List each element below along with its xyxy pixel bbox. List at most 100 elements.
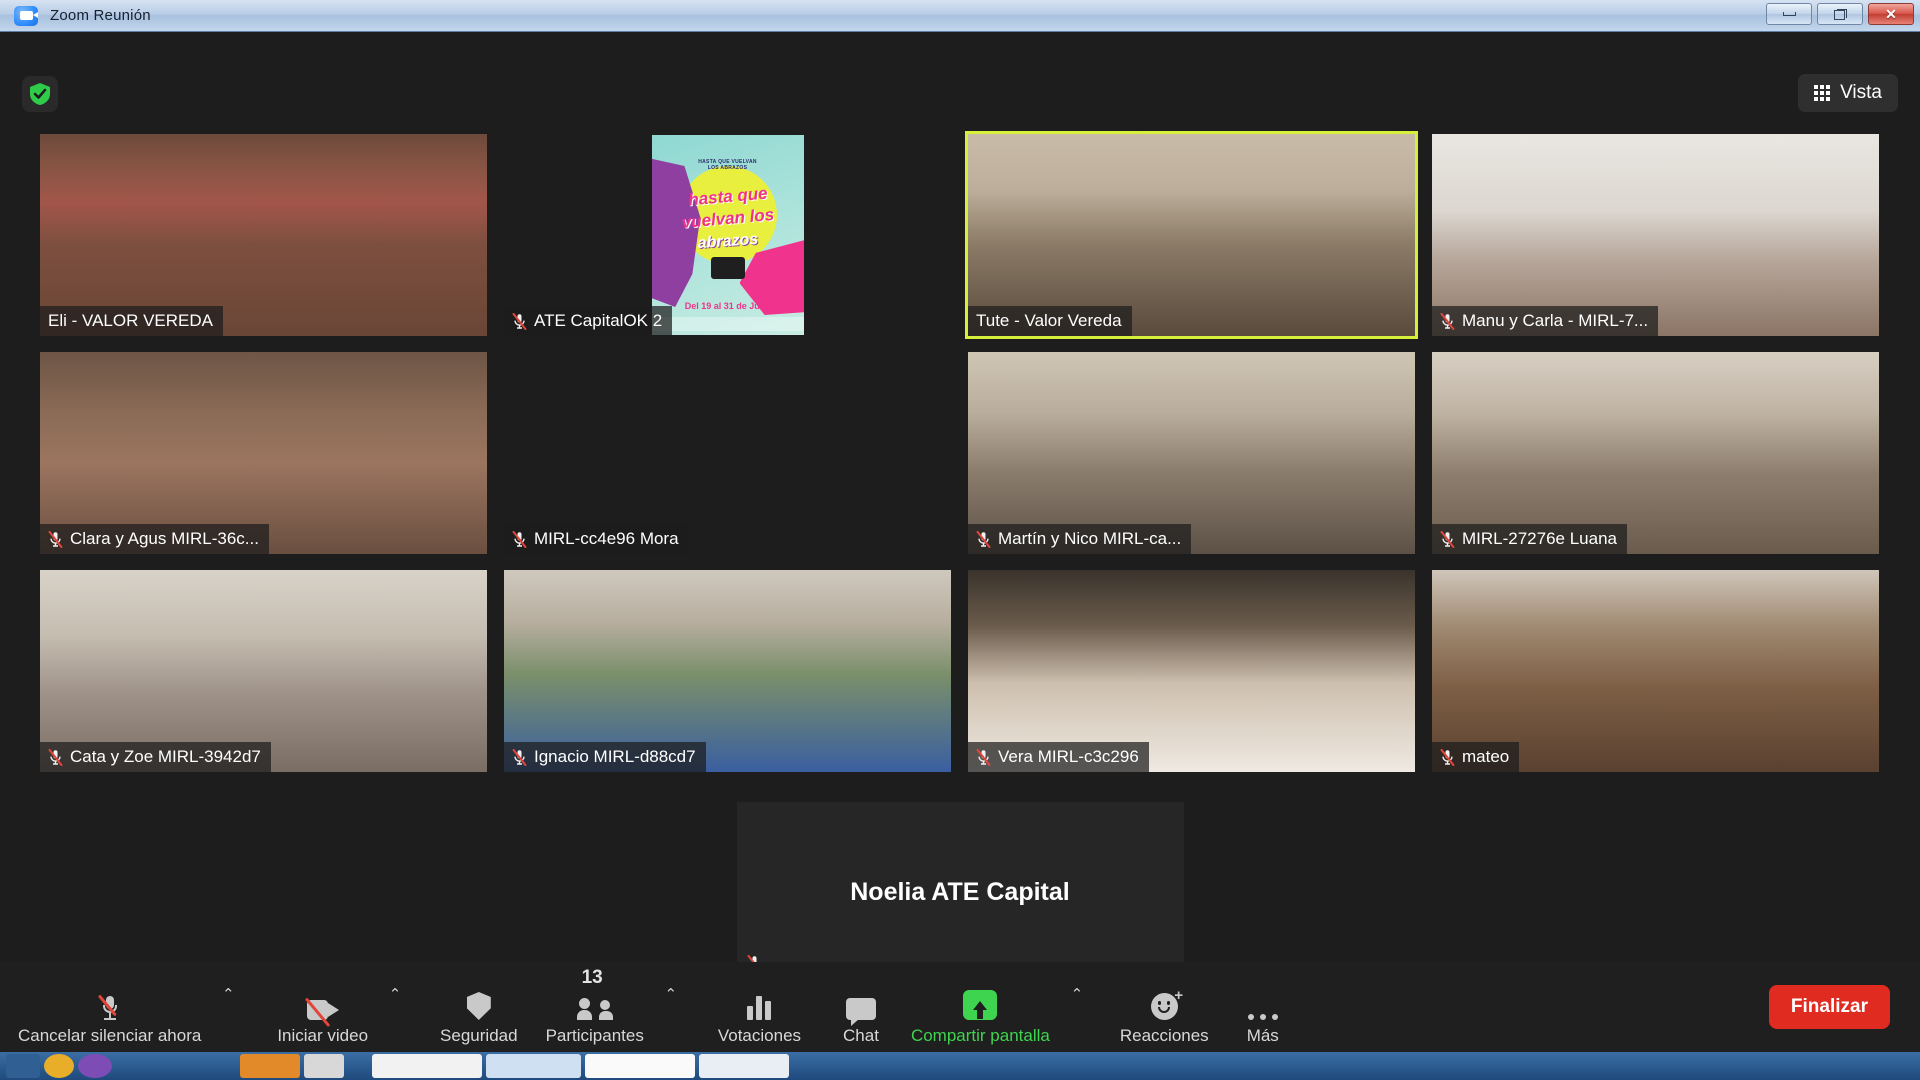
participant-name-bar: Ignacio MIRL-d88cd7 xyxy=(504,742,706,772)
participant-name-bar: Eli - VALOR VEREDA xyxy=(40,306,224,336)
toolbar-button-label: Participantes xyxy=(545,1026,644,1045)
encryption-shield-icon[interactable] xyxy=(22,76,58,112)
toolbar-button-label: Seguridad xyxy=(440,1026,518,1045)
participant-tile[interactable]: Ignacio MIRL-d88cd7 xyxy=(504,570,951,772)
taskbar-item[interactable] xyxy=(486,1054,581,1078)
toolbar-button-votaciones[interactable]: Votaciones xyxy=(714,968,805,1046)
participant-name: Cata y Zoe MIRL-3942d7 xyxy=(70,747,261,766)
toolbar-button-compartir-pantalla[interactable]: Compartir pantalla xyxy=(907,968,1054,1046)
reactions-smiley-icon: + xyxy=(1150,988,1183,1020)
participant-name-bar: mateo xyxy=(1432,742,1520,772)
green-shield-check-icon xyxy=(30,83,50,105)
toolbar-button-reacciones[interactable]: + Reacciones xyxy=(1116,968,1213,1046)
window-title-bar: Zoom Reunión ✕ xyxy=(0,0,1920,32)
toolbar-button-icon xyxy=(747,980,772,1020)
participant-name: MIRL-cc4e96 Mora xyxy=(534,529,679,548)
toolbar-button-label: Votaciones xyxy=(717,1026,802,1045)
toolbar-button-participantes[interactable]: 13 Participantes xyxy=(542,967,648,1046)
toolbar-button-chat[interactable]: Chat xyxy=(839,968,883,1046)
participant-name-bar: Tute - Valor Vereda xyxy=(968,306,1132,336)
participant-tile[interactable]: Clara y Agus MIRL-36c... xyxy=(40,352,487,554)
participant-name: Eli - VALOR VEREDA xyxy=(48,311,214,330)
window-controls: ✕ xyxy=(1766,3,1914,25)
restore-icon xyxy=(1833,8,1847,20)
restore-button[interactable] xyxy=(1817,3,1863,25)
toolbar-button-label: Compartir pantalla xyxy=(910,1026,1050,1045)
toolbar-button-seguridad[interactable]: Seguridad xyxy=(436,968,522,1046)
taskbar-item[interactable] xyxy=(44,1054,74,1078)
toolbar-caret-iniciar-video[interactable]: ⌃ xyxy=(384,968,406,1046)
taskbar-item[interactable] xyxy=(78,1054,112,1078)
participant-tile[interactable]: MIRL-cc4e96 Mora xyxy=(504,352,951,554)
microphone-muted-icon xyxy=(512,748,527,766)
participant-name: Clara y Agus MIRL-36c... xyxy=(70,529,259,548)
meeting-top-bar: Vista xyxy=(0,32,1920,112)
chat-bubble-icon xyxy=(845,998,876,1026)
share-screen-icon xyxy=(963,990,998,1020)
participant-tile[interactable]: Eli - VALOR VEREDA xyxy=(40,134,487,336)
toolbar-button-label: Reacciones xyxy=(1119,1026,1209,1045)
participant-name: mateo xyxy=(1462,747,1510,766)
participant-tile[interactable]: Cata y Zoe MIRL-3942d7 xyxy=(40,570,487,772)
participant-name-bar: Manu y Carla - MIRL-7... xyxy=(1432,306,1659,336)
camera-off-icon xyxy=(304,997,339,1028)
participant-name-bar: Martín y Nico MIRL-ca... xyxy=(968,524,1192,554)
toolbar-caret-participantes[interactable]: ⌃ xyxy=(660,968,682,1046)
taskbar-item[interactable] xyxy=(304,1054,344,1078)
microphone-muted-icon xyxy=(48,748,63,766)
participants-count: 13 xyxy=(581,967,603,988)
microphone-muted-icon xyxy=(1440,748,1455,766)
microphone-muted-icon xyxy=(512,530,527,548)
microphone-muted-icon xyxy=(1440,312,1455,330)
minimize-button[interactable] xyxy=(1766,3,1812,25)
toolbar-button-label: Iniciar video xyxy=(277,1026,369,1045)
participant-grid: Eli - VALOR VEREDA HASTA QUE VUELVAN LOS A… xyxy=(40,131,1880,984)
taskbar-item[interactable] xyxy=(372,1054,482,1078)
participant-name-bar: Cata y Zoe MIRL-3942d7 xyxy=(40,742,271,772)
taskbar-item[interactable] xyxy=(699,1054,789,1078)
toolbar-button-cancelar-silenciar-ahora[interactable]: Cancelar silenciar ahora xyxy=(14,968,205,1046)
toolbar-button-icon xyxy=(963,980,998,1020)
taskbar-item[interactable] xyxy=(240,1054,300,1078)
participant-name-bar: Vera MIRL-c3c296 xyxy=(968,742,1149,772)
participant-name: Manu y Carla - MIRL-7... xyxy=(1462,311,1649,330)
toolbar-caret-compartir-pantalla[interactable]: ⌃ xyxy=(1066,968,1088,1046)
participant-tile-no-video[interactable]: Noelia ATE Capital xyxy=(736,802,1184,984)
shared-poster-image: HASTA QUE VUELVAN LOS ABRAZOS hasta que vue… xyxy=(651,135,804,335)
view-button[interactable]: Vista xyxy=(1798,74,1898,112)
view-button-label: Vista xyxy=(1840,82,1882,103)
participant-tile[interactable]: Vera MIRL-c3c296 xyxy=(968,570,1415,772)
participants-icon xyxy=(576,998,613,1020)
grid-view-icon xyxy=(1814,85,1831,101)
participant-tile[interactable]: Tute - Valor Vereda xyxy=(965,131,1418,339)
participant-name: Noelia ATE Capital xyxy=(850,878,1070,907)
minimize-icon xyxy=(1782,12,1796,16)
participant-name: MIRL-27276e Luana xyxy=(1462,529,1618,548)
close-button[interactable]: ✕ xyxy=(1868,3,1914,25)
participant-tile[interactable]: MIRL-27276e Luana xyxy=(1432,352,1879,554)
end-meeting-button[interactable]: Finalizar xyxy=(1768,985,1890,1029)
participant-tile[interactable]: Manu y Carla - MIRL-7... xyxy=(1432,134,1879,336)
toolbar-button-m-s[interactable]: Más xyxy=(1243,968,1283,1046)
microphone-muted-icon xyxy=(976,530,991,548)
microphone-muted-icon xyxy=(48,530,63,548)
participant-name-bar: ATE CapitalOK 2 xyxy=(504,306,673,336)
participant-name: Martín y Nico MIRL-ca... xyxy=(998,529,1182,548)
participant-name: Tute - Valor Vereda xyxy=(976,311,1122,330)
window-title: Zoom Reunión xyxy=(50,7,151,24)
toolbar-button-icon xyxy=(97,980,118,1020)
microphone-muted-icon xyxy=(976,748,991,766)
toolbar-button-iniciar-video[interactable]: Iniciar video xyxy=(273,968,372,1046)
toolbar-button-icon: + xyxy=(1150,980,1183,1020)
taskbar-item[interactable] xyxy=(585,1054,695,1078)
meeting-stage: Vista Eli - VALOR VEREDA HASTA QUE VUELVA… xyxy=(0,32,1920,1080)
participant-tile[interactable]: HASTA QUE VUELVAN LOS ABRAZOS hasta que vue… xyxy=(504,134,951,336)
toolbar-button-icon: 13 xyxy=(576,967,613,1020)
participant-name: ATE CapitalOK 2 xyxy=(534,311,663,330)
participant-tile[interactable]: mateo xyxy=(1432,570,1879,772)
toolbar-caret-cancelar-silenciar-ahora[interactable]: ⌃ xyxy=(217,968,239,1046)
shield-icon xyxy=(466,992,491,1020)
more-dots-icon xyxy=(1247,1014,1278,1020)
participant-tile[interactable]: Martín y Nico MIRL-ca... xyxy=(968,352,1415,554)
taskbar-item[interactable] xyxy=(6,1054,40,1078)
